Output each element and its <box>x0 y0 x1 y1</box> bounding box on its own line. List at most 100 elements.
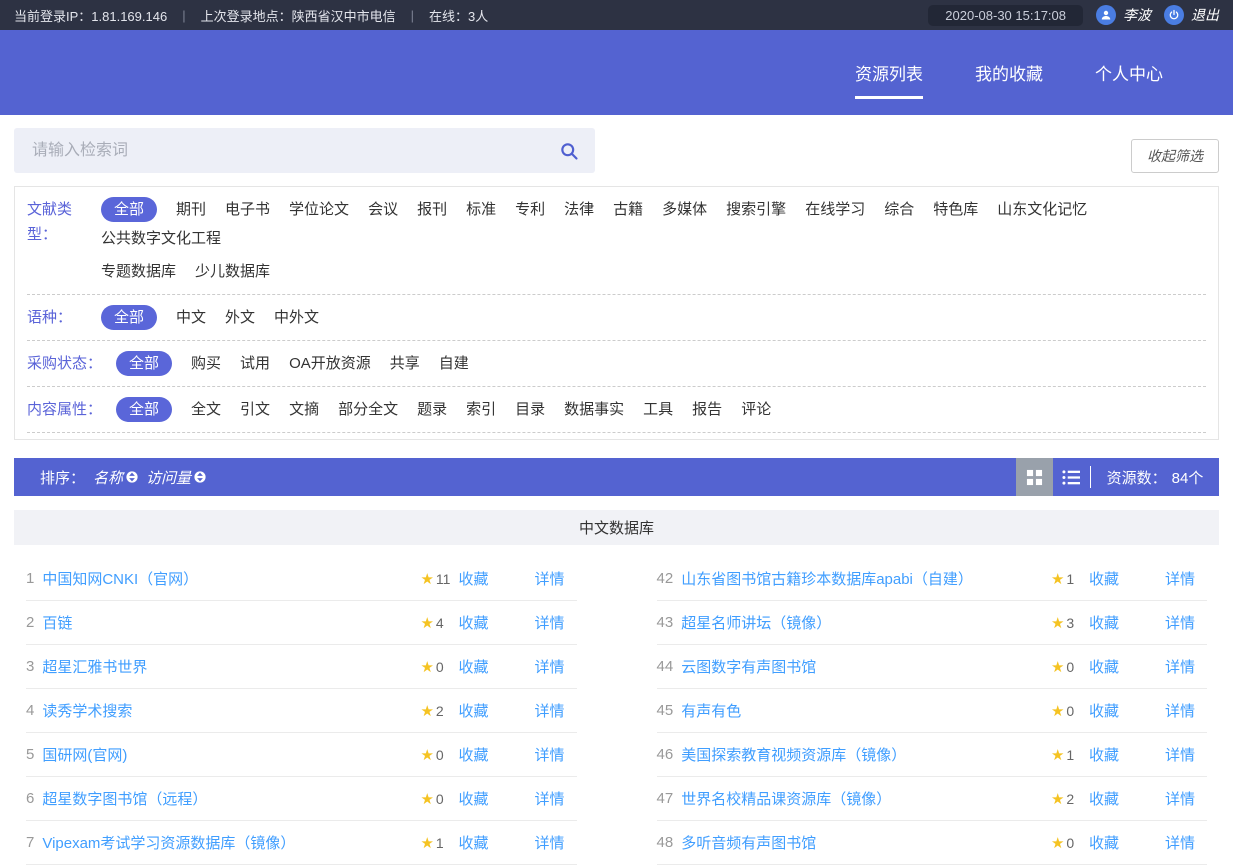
filter-option[interactable]: 文摘 <box>289 397 319 422</box>
filter-option[interactable]: 搜索引擎 <box>726 197 786 222</box>
favorite-link[interactable]: 收藏 <box>1089 700 1119 721</box>
favorite-link[interactable]: 收藏 <box>1089 656 1119 677</box>
sort-option[interactable]: 访问量 <box>146 467 206 488</box>
filter-option[interactable]: 公共数字文化工程 <box>101 226 221 251</box>
detail-link[interactable]: 详情 <box>534 832 564 853</box>
detail-link[interactable]: 详情 <box>534 656 564 677</box>
filter-option[interactable]: 中外文 <box>274 305 319 330</box>
filter-option[interactable]: 引文 <box>240 397 270 422</box>
filter-option-selected[interactable]: 全部 <box>116 397 172 422</box>
favorite-link[interactable]: 收藏 <box>458 612 488 633</box>
filter-option[interactable]: 外文 <box>225 305 255 330</box>
resource-count: 资源数： 84个 <box>1091 458 1219 496</box>
nav-item[interactable]: 资源列表 <box>855 30 923 115</box>
favorite-link[interactable]: 收藏 <box>458 700 488 721</box>
filter-option[interactable]: 试用 <box>240 351 270 376</box>
search-icon[interactable] <box>559 141 579 161</box>
filter-option[interactable]: 特色库 <box>933 197 978 222</box>
filter-option[interactable]: 部分全文 <box>338 397 398 422</box>
detail-link[interactable]: 详情 <box>1165 568 1195 589</box>
resource-title-link[interactable]: 中国知网CNKI（官网） <box>42 568 198 589</box>
filter-option[interactable]: 评论 <box>741 397 771 422</box>
detail-link[interactable]: 详情 <box>1165 700 1195 721</box>
filter-option[interactable]: 全文 <box>191 397 221 422</box>
detail-link[interactable]: 详情 <box>534 744 564 765</box>
detail-link[interactable]: 详情 <box>1165 656 1195 677</box>
filter-option[interactable]: 少儿数据库 <box>195 259 270 284</box>
logout-button[interactable]: 退出 <box>1164 5 1219 25</box>
resource-title-link[interactable]: 世界名校精品课资源库（镜像） <box>681 788 891 809</box>
resource-title-link[interactable]: 有声有色 <box>681 700 741 721</box>
filter-option[interactable]: 标准 <box>466 197 496 222</box>
filter-option[interactable]: 数据事实 <box>564 397 624 422</box>
favorite-link[interactable]: 收藏 <box>458 656 488 677</box>
filter-row: 内容属性： 全部 全文引文文摘部分全文题录索引目录数据事实工具报告评论 <box>27 387 1206 433</box>
resource-title-link[interactable]: 百链 <box>42 612 72 633</box>
list-view-button[interactable] <box>1053 458 1090 496</box>
favorite-link[interactable]: 收藏 <box>1089 612 1119 633</box>
filter-option[interactable]: 工具 <box>643 397 673 422</box>
detail-link[interactable]: 详情 <box>534 700 564 721</box>
search-input[interactable] <box>30 141 559 161</box>
filter-option[interactable]: 中文 <box>176 305 206 330</box>
favorite-link[interactable]: 收藏 <box>1089 832 1119 853</box>
favorite-link[interactable]: 收藏 <box>1089 568 1119 589</box>
favorite-link[interactable]: 收藏 <box>1089 788 1119 809</box>
resource-title-link[interactable]: Vipexam考试学习资源数据库（镜像） <box>42 832 295 853</box>
resource-title-link[interactable]: 山东省图书馆古籍珍本数据库apabi（自建） <box>681 568 973 589</box>
detail-link[interactable]: 详情 <box>534 788 564 809</box>
favorite-link[interactable]: 收藏 <box>458 788 488 809</box>
filter-option[interactable]: 电子书 <box>225 197 270 222</box>
detail-link[interactable]: 详情 <box>1165 788 1195 809</box>
favorite-link[interactable]: 收藏 <box>458 744 488 765</box>
filter-option[interactable]: 在线学习 <box>805 197 865 222</box>
filter-option[interactable]: 索引 <box>466 397 496 422</box>
star-icon: ★ <box>420 834 433 852</box>
filter-option[interactable]: 目录 <box>515 397 545 422</box>
filter-option[interactable]: 自建 <box>439 351 469 376</box>
resource-title-link[interactable]: 超星数字图书馆（远程） <box>42 788 207 809</box>
detail-link[interactable]: 详情 <box>534 612 564 633</box>
nav-item[interactable]: 我的收藏 <box>975 30 1043 115</box>
filter-option[interactable]: 报告 <box>692 397 722 422</box>
filter-option[interactable]: 学位论文 <box>289 197 349 222</box>
detail-link[interactable]: 详情 <box>1165 744 1195 765</box>
filter-option[interactable]: 多媒体 <box>662 197 707 222</box>
filter-option-selected[interactable]: 全部 <box>101 305 157 330</box>
filter-option[interactable]: 山东文化记忆 <box>997 197 1087 222</box>
filter-option[interactable]: 报刊 <box>417 197 447 222</box>
resource-index: 45 <box>657 702 674 719</box>
detail-link[interactable]: 详情 <box>534 568 564 589</box>
user-menu[interactable]: 李波 <box>1096 5 1151 25</box>
filter-option[interactable]: OA开放资源 <box>289 351 371 376</box>
filter-option[interactable]: 期刊 <box>176 197 206 222</box>
filter-option[interactable]: 共享 <box>390 351 420 376</box>
favorite-link[interactable]: 收藏 <box>458 568 488 589</box>
collapse-filter-button[interactable]: 收起筛选 <box>1131 139 1219 173</box>
filter-option[interactable]: 法律 <box>564 197 594 222</box>
filter-option[interactable]: 专题数据库 <box>101 259 176 284</box>
favorite-link[interactable]: 收藏 <box>1089 744 1119 765</box>
filter-option[interactable]: 会议 <box>368 197 398 222</box>
resource-title-link[interactable]: 超星名师讲坛（镜像） <box>681 612 831 633</box>
detail-link[interactable]: 详情 <box>1165 832 1195 853</box>
filter-option-selected[interactable]: 全部 <box>116 351 172 376</box>
nav-item[interactable]: 个人中心 <box>1095 30 1163 115</box>
filter-option[interactable]: 购买 <box>191 351 221 376</box>
filter-option[interactable]: 题录 <box>417 397 447 422</box>
resource-title-link[interactable]: 云图数字有声图书馆 <box>681 656 816 677</box>
sort-option[interactable]: 名称 <box>93 467 138 488</box>
filter-option[interactable]: 综合 <box>884 197 914 222</box>
favorite-link[interactable]: 收藏 <box>458 832 488 853</box>
resource-title-link[interactable]: 国研网(官网) <box>42 744 127 765</box>
resource-title-link[interactable]: 超星汇雅书世界 <box>42 656 147 677</box>
detail-link[interactable]: 详情 <box>1165 612 1195 633</box>
filter-option-selected[interactable]: 全部 <box>101 197 157 222</box>
grid-view-button[interactable] <box>1016 458 1053 496</box>
resource-title-link[interactable]: 美国探索教育视频资源库（镜像） <box>681 744 906 765</box>
filter-option[interactable]: 专利 <box>515 197 545 222</box>
resource-index: 42 <box>657 570 674 587</box>
resource-title-link[interactable]: 多听音频有声图书馆 <box>681 832 816 853</box>
resource-title-link[interactable]: 读秀学术搜索 <box>42 700 132 721</box>
filter-option[interactable]: 古籍 <box>613 197 643 222</box>
